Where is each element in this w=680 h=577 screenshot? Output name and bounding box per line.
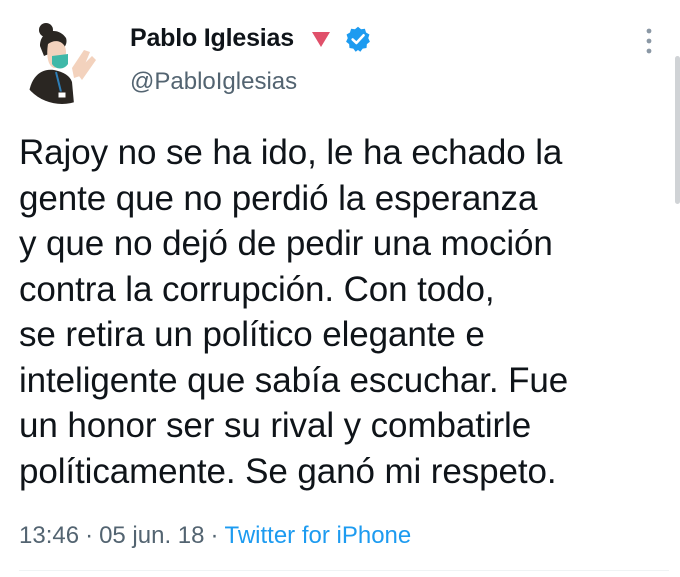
tweet-card: Pablo Iglesias @PabloIglesias Rajoy no s… [0,0,680,577]
tweet-metadata: 13:46 · 05 jun. 18 · Twitter for iPhone [19,522,411,550]
avatar[interactable] [18,16,106,104]
tweet-text: Rajoy no se ha ido, le ha echado la gent… [19,130,659,494]
author-display-name[interactable]: Pablo Iglesias [130,24,294,53]
tweet-text-line: y que no dejó de pedir una moción [19,224,553,263]
meta-separator: · [210,522,219,549]
tweet-date[interactable]: 05 jun. 18 [99,522,204,549]
tweet-text-line: se retira un político elegante e [19,315,485,354]
tweet-source-link[interactable]: Twitter for iPhone [224,522,411,549]
red-triangle-icon [312,32,330,47]
tweet-text-line: políticamente. Se ganó mi respeto. [19,451,557,491]
tweet-text-line: inteligente que sabía escuchar. Fue [19,360,569,400]
avatar-illustration [18,16,106,104]
tweet-text-line: Rajoy no se ha ido, le ha echado la [19,133,563,172]
divider [19,570,669,571]
verified-badge-icon [346,26,370,52]
scrollbar[interactable] [675,56,680,204]
tweet-text-line: gente que no perdió la esperanza [19,178,538,218]
more-options-icon[interactable] [638,24,660,58]
meta-separator: · [85,522,94,549]
tweet-text-line: un honor ser su rival y combatirle [19,406,532,445]
tweet-text-line: contra la corrupción. Con todo, [19,269,495,309]
author-handle[interactable]: @PabloIglesias [130,68,297,96]
tweet-time[interactable]: 13:46 [19,522,79,549]
